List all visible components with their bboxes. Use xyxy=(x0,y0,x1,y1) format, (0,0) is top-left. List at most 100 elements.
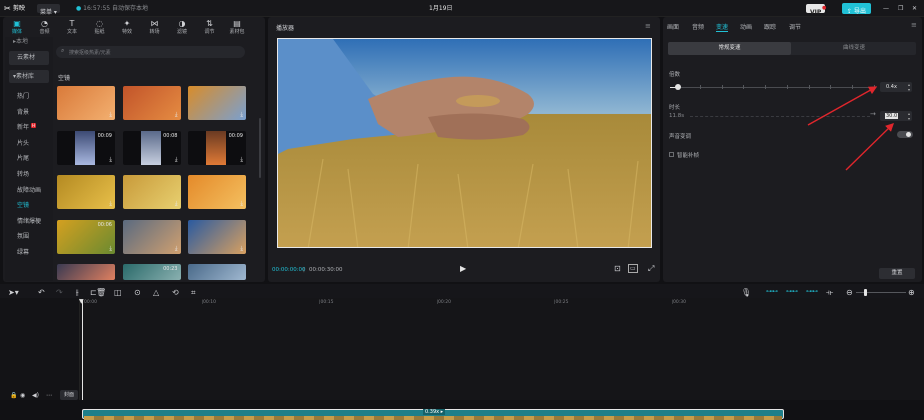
zoom-out-icon[interactable]: ⊖ xyxy=(846,288,853,297)
lock-track-icon[interactable]: 🔒 xyxy=(10,392,17,399)
media-thumbnail[interactable] xyxy=(188,264,246,280)
sidebar-item-2[interactable]: 新年 xyxy=(17,122,29,131)
play-button[interactable]: ▶ xyxy=(460,264,466,273)
media-thumbnail[interactable] xyxy=(57,264,115,280)
select-tool-icon[interactable]: ➤▾ xyxy=(8,288,19,297)
prop-tab-5[interactable]: 调节 xyxy=(789,22,801,31)
sidebar-item-local[interactable]: ▸本地 xyxy=(13,36,28,45)
media-scrollbar[interactable] xyxy=(259,118,261,178)
split-icon[interactable]: ⫲ xyxy=(76,288,79,298)
media-thumbnail[interactable]: 00:09 ⤓ xyxy=(57,130,115,165)
rotate-icon[interactable]: ⟲ xyxy=(172,288,179,297)
media-thumbnail[interactable]: ⤓ xyxy=(57,175,115,209)
video-preview[interactable] xyxy=(277,38,652,248)
minimize-icon[interactable]: — xyxy=(883,0,889,17)
sidebar-item-10[interactable]: 绿幕 xyxy=(17,247,29,256)
menu-button[interactable]: 菜单 ▾ xyxy=(37,4,60,16)
tab-audio[interactable]: ◔ 音频 xyxy=(34,19,56,37)
multiplier-slider[interactable] xyxy=(670,84,875,90)
sidebar-item-7[interactable]: 空镜 xyxy=(17,200,29,209)
prop-tab-4[interactable]: 跟踪 xyxy=(764,22,776,31)
ratio-icon[interactable]: ▭ xyxy=(628,264,638,273)
media-thumbnail[interactable]: 00:09 ⤓ xyxy=(188,130,246,165)
sidebar-item-cloud[interactable]: 云素材 xyxy=(9,51,49,65)
tab-filter[interactable]: ◑ 滤镜 xyxy=(171,19,193,37)
tab-effects[interactable]: ✦ 特效 xyxy=(116,19,138,37)
tab-sticker[interactable]: ◌ 贴纸 xyxy=(89,19,111,37)
download-icon[interactable]: ⤓ xyxy=(109,200,112,208)
media-thumbnail[interactable]: 00:23 xyxy=(122,264,181,280)
cover-button[interactable]: 封面 xyxy=(60,390,78,400)
playhead-marker-icon[interactable]: ▼ xyxy=(79,298,84,305)
playhead[interactable] xyxy=(82,300,83,400)
sidebar-item-1[interactable]: 背景 xyxy=(17,107,29,116)
download-icon[interactable]: ⤓ xyxy=(109,111,112,119)
stepper-icon[interactable]: ▴ ▾ xyxy=(908,82,910,92)
prop-tab-2[interactable]: 变速 xyxy=(716,22,728,31)
mute-track-icon[interactable]: ◀) xyxy=(32,392,39,399)
sidebar-item-9[interactable]: 氛围 xyxy=(17,231,29,240)
freeze-icon[interactable]: ◫ xyxy=(114,288,122,297)
download-icon[interactable]: ⤓ xyxy=(175,200,178,208)
sidebar-item-6[interactable]: 故障动画 xyxy=(17,185,41,194)
zoom-slider[interactable] xyxy=(856,289,906,296)
multiplier-field[interactable]: 0.4x ▴ ▾ xyxy=(880,82,912,92)
download-icon[interactable]: ⤓ xyxy=(240,245,243,253)
tab-package[interactable]: ▤ 素材包 xyxy=(226,19,248,37)
sidebar-item-8[interactable]: 情绪爆梗 xyxy=(17,216,41,225)
smooth-checkbox[interactable] xyxy=(669,152,674,157)
redo-icon[interactable]: ↷ xyxy=(56,288,63,297)
maximize-icon[interactable]: ❐ xyxy=(898,0,903,17)
sidebar-item-3[interactable]: 片头 xyxy=(17,138,29,147)
duration-stepper-icon[interactable]: ▴ ▾ xyxy=(908,111,910,121)
media-thumbnail[interactable]: ⤓ xyxy=(122,219,181,254)
tab-media[interactable]: ▣ 媒体 xyxy=(6,19,28,37)
mirror-icon[interactable]: △ xyxy=(153,288,159,297)
download-icon[interactable]: ⤓ xyxy=(240,111,243,119)
fullscreen-icon[interactable]: ⤢ xyxy=(648,264,654,274)
media-thumbnail[interactable]: ⤓ xyxy=(122,86,181,120)
prop-tab-0[interactable]: 画面 xyxy=(667,22,679,31)
notification-icon[interactable]: ● xyxy=(822,0,826,17)
prop-tab-3[interactable]: 动画 xyxy=(740,22,752,31)
sidebar-item-library[interactable]: ▾素材库 xyxy=(9,70,49,83)
fit-view-icon[interactable]: ⊡ xyxy=(614,264,621,273)
sidebar-item-5[interactable]: 转场 xyxy=(17,169,29,178)
download-icon[interactable]: ⤓ xyxy=(240,156,243,164)
link-track-icon[interactable]: ⊶⊷ xyxy=(786,288,798,295)
download-icon[interactable]: ⤓ xyxy=(175,111,178,119)
duration-field[interactable]: 30.0 ▴ ▾ xyxy=(880,111,912,121)
media-thumbnail[interactable]: ⤓ xyxy=(122,175,181,209)
zoom-in-icon[interactable]: ⊕ xyxy=(908,288,915,297)
snap-icon[interactable]: ⊶⊷ xyxy=(806,288,818,295)
delete-icon[interactable]: 🗑 xyxy=(96,288,106,297)
microphone-icon[interactable]: 🎙 xyxy=(741,288,751,297)
download-icon[interactable]: ⤓ xyxy=(109,156,112,164)
download-icon[interactable]: ⤓ xyxy=(109,245,112,253)
close-icon[interactable]: ✕ xyxy=(912,0,917,17)
tab-text[interactable]: T 文本 xyxy=(61,19,83,37)
media-thumbnail[interactable]: ⤓ xyxy=(57,86,115,120)
media-thumbnail[interactable]: 00:08 ⤓ xyxy=(122,130,181,165)
download-icon[interactable]: ⤓ xyxy=(240,200,243,208)
link-main-icon[interactable]: ⊶⊷ xyxy=(766,288,778,295)
media-thumbnail[interactable]: ⤓ xyxy=(188,219,246,254)
crop-icon[interactable]: ⌗ xyxy=(191,288,196,298)
hide-track-icon[interactable]: ◉ xyxy=(20,392,25,399)
media-thumbnail[interactable]: ⤓ xyxy=(188,86,246,120)
export-button[interactable]: ⇪ 导出 xyxy=(842,3,871,15)
player-menu-icon[interactable]: ≡ xyxy=(645,22,651,30)
subtab-curve-speed[interactable]: 曲线变速 xyxy=(792,42,916,55)
prop-menu-icon[interactable]: ≡ xyxy=(911,21,917,29)
track-more-icon[interactable]: ⋯ xyxy=(46,392,52,399)
prop-tab-1[interactable]: 音频 xyxy=(692,22,704,31)
slider-knob[interactable] xyxy=(675,84,682,90)
download-icon[interactable]: ⤓ xyxy=(175,245,178,253)
align-icon[interactable]: ⟛ xyxy=(826,288,833,298)
search-input[interactable]: ⌕ 搜索抠级热素/元素 xyxy=(56,46,245,58)
reverse-icon[interactable]: ⊙ xyxy=(134,288,141,297)
media-thumbnail[interactable]: ⤓ xyxy=(188,175,246,209)
sidebar-item-4[interactable]: 片尾 xyxy=(17,153,29,162)
sidebar-item-0[interactable]: 热门 xyxy=(17,91,29,100)
tab-transition[interactable]: ⋈ 转场 xyxy=(144,19,166,37)
